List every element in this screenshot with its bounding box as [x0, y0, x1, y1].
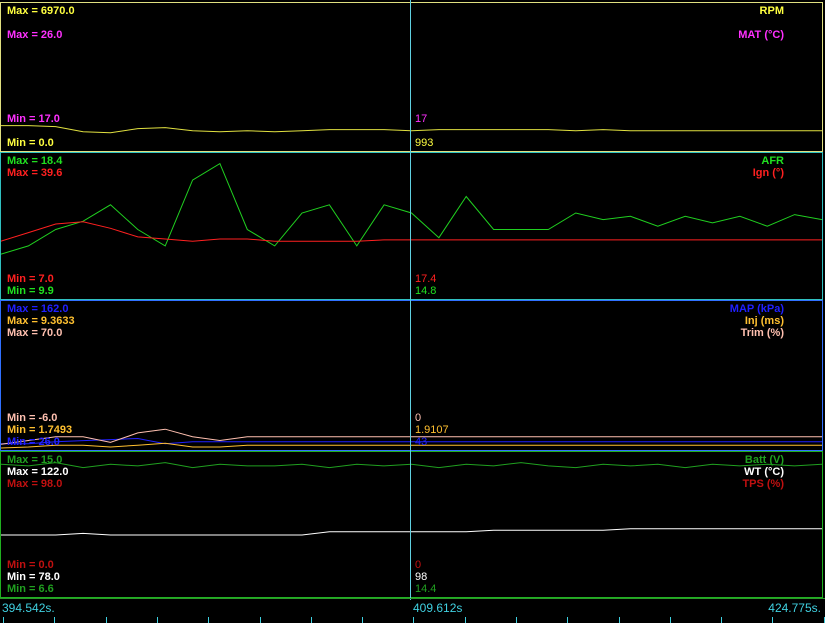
trace-line-6: [1, 462, 823, 469]
graph-panel-1[interactable]: Max = 6970.0 RPM Min = 0.0 993 Max = 26.0 MAT…: [0, 2, 823, 152]
cursor-value: 98: [415, 571, 428, 583]
time-axis[interactable]: 394.542s. 409.612s 424.775s.: [0, 598, 825, 623]
max-label: Max = 39.6: [7, 167, 63, 179]
time-tick: [465, 617, 466, 623]
time-tick: [54, 617, 55, 623]
time-tick: [3, 617, 4, 623]
graph-panel-4[interactable]: Max = 15.0 Batt (V) Min = 6.6 14.4 Max = 122…: [0, 451, 823, 598]
cursor-value: 993: [415, 137, 434, 149]
time-tick: [208, 617, 209, 623]
trace-area: [1, 462, 823, 536]
time-tick: [311, 617, 312, 623]
max-label: Max = 26.0: [7, 29, 63, 41]
time-tick: [516, 617, 517, 623]
time-end: 424.775s.: [768, 601, 821, 615]
time-tick: [721, 617, 722, 623]
min-label: Min = 6.6: [7, 583, 54, 595]
min-label: Min = -6.0: [7, 412, 58, 424]
min-label: Min = 78.0: [7, 571, 60, 583]
graph-panel-2[interactable]: Max = 18.4 AFR Min = 9.9 14.8 Max = 39.6 Ign …: [0, 152, 823, 300]
trace-line-2: [1, 221, 822, 242]
channel-name: Inj (ms): [744, 315, 784, 327]
channel-name: TPS (%): [742, 478, 784, 490]
time-start: 394.542s.: [2, 601, 55, 615]
channel-name: MAT (°C): [738, 29, 784, 41]
cursor-value: 17.4: [415, 273, 437, 285]
trace-line-1: [1, 162, 823, 255]
trace-line-7: [1, 528, 822, 536]
trace-line-0: [1, 125, 822, 134]
time-tick: [670, 617, 671, 623]
max-label: Max = 98.0: [7, 478, 63, 490]
max-label: Max = 9.3633: [7, 315, 75, 327]
cursor-value: 0: [415, 412, 422, 424]
cursor-value: 1.9107: [415, 424, 449, 436]
cursor-value: 14.4: [415, 583, 437, 595]
time-tick: [106, 617, 107, 623]
min-label: Min = 1.7493: [7, 424, 73, 436]
channel-name: RPM: [759, 5, 784, 17]
graph-panel-3[interactable]: Max = 162.0 MAP (kPa) Min = 26.0 43 Max = 9.…: [0, 300, 823, 451]
channel-name: MAP (kPa): [729, 303, 784, 315]
min-label: Min = 0.0: [7, 559, 54, 571]
time-cursor[interactable]: [410, 0, 411, 600]
cursor-value: 0: [415, 559, 422, 571]
trace-area: [1, 428, 822, 449]
channel-name: Ign (°): [752, 167, 784, 179]
cursor-value: 43: [415, 436, 428, 448]
time-tick: [260, 617, 261, 623]
time-tick: [157, 617, 158, 623]
min-label: Min = 17.0: [7, 113, 60, 125]
max-label: Max = 6970.0: [7, 5, 75, 17]
time-tick: [567, 617, 568, 623]
channel-name: Batt (V): [744, 454, 784, 466]
time-cursor-value: 409.612s: [413, 601, 463, 615]
min-label: Min = 7.0: [7, 273, 54, 285]
channel-name: WT (°C): [744, 466, 784, 478]
min-label: Min = 9.9: [7, 285, 54, 297]
time-tick: [619, 617, 620, 623]
trace-line-3: [1, 437, 822, 445]
time-tick: [413, 617, 414, 623]
channel-name: Trim (%): [740, 327, 784, 339]
trace-area: [1, 162, 823, 255]
max-label: Max = 122.0: [7, 466, 69, 478]
trace-area: [1, 125, 822, 134]
max-label: Max = 70.0: [7, 327, 63, 339]
time-tick: [362, 617, 363, 623]
time-tick: [772, 617, 773, 623]
max-label: Max = 162.0: [7, 303, 69, 315]
trace-line-5: [1, 442, 822, 449]
min-label: Min = 0.0: [7, 137, 54, 149]
cursor-value: 14.8: [415, 285, 437, 297]
cursor-value: 17: [415, 113, 428, 125]
min-label: Min = 26.0: [7, 436, 60, 448]
channel-name: AFR: [761, 155, 784, 167]
max-label: Max = 18.4: [7, 155, 63, 167]
max-label: Max = 15.0: [7, 454, 63, 466]
